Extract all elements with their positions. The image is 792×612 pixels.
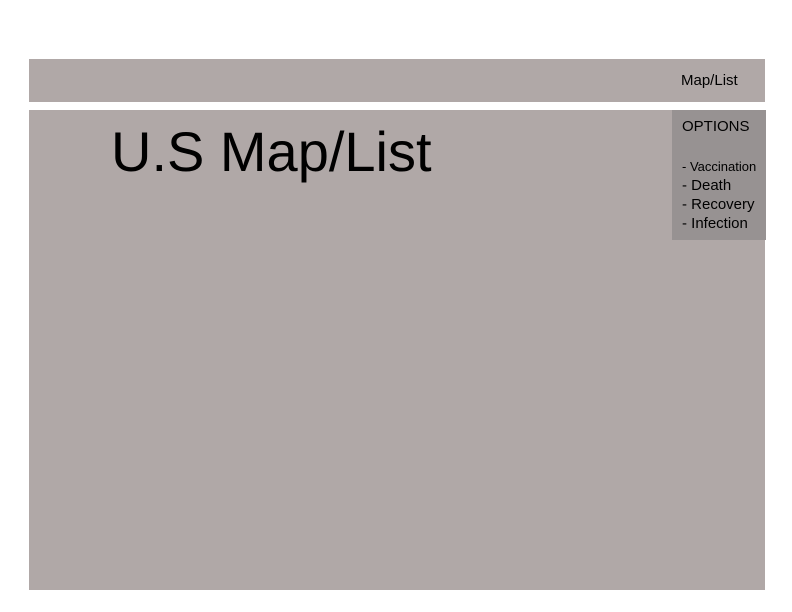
options-heading: OPTIONS	[682, 118, 750, 135]
page-title: U.S Map/List	[111, 120, 432, 183]
main-content-panel: U.S Map/List OPTIONS - Vaccination - Dea…	[29, 110, 766, 590]
option-recovery[interactable]: - Recovery	[682, 195, 756, 214]
options-panel: OPTIONS - Vaccination - Death - Recovery…	[672, 110, 766, 240]
top-nav-bar: Map/List	[29, 59, 765, 102]
option-death[interactable]: - Death	[682, 176, 756, 195]
map-list-nav-link[interactable]: Map/List	[681, 72, 738, 90]
options-list: - Vaccination - Death - Recovery - Infec…	[682, 157, 756, 233]
option-infection[interactable]: - Infection	[682, 214, 756, 233]
option-vaccination[interactable]: - Vaccination	[682, 157, 756, 176]
